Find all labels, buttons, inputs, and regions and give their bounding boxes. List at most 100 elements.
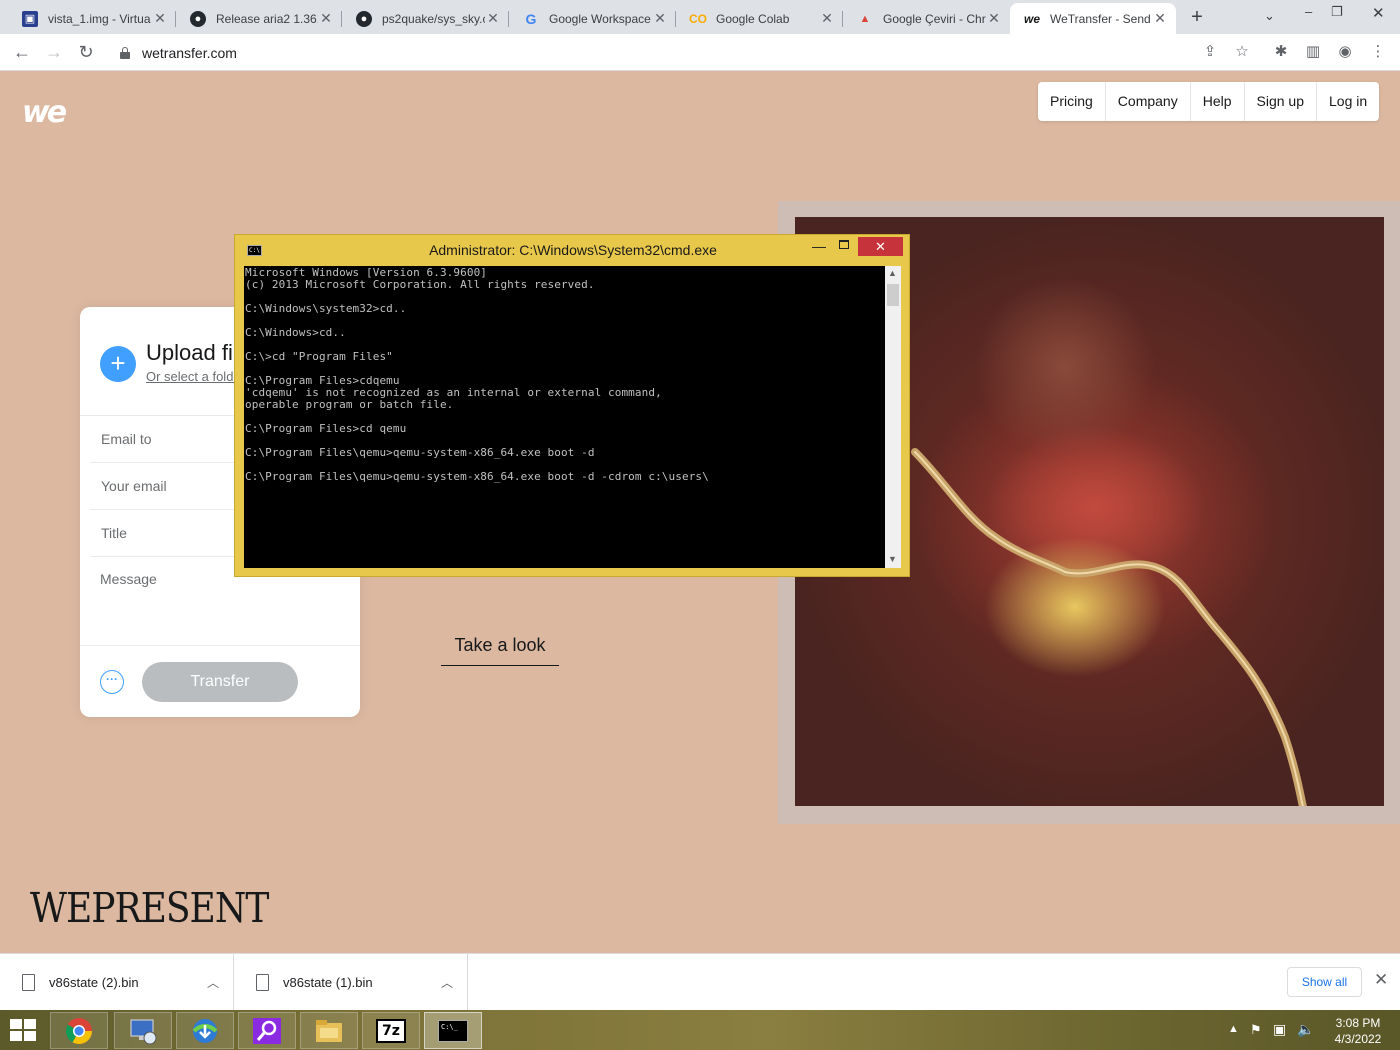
search-app-taskbar-icon[interactable] xyxy=(238,1012,296,1049)
download-filename: v86state (1).bin xyxy=(283,975,373,990)
close-tab-icon[interactable]: ✕ xyxy=(152,10,168,27)
chrome-webstore-icon: ▲ xyxy=(859,12,871,25)
wetransfer-logo[interactable]: we xyxy=(22,95,67,130)
scroll-up-arrow-icon[interactable]: ▲ xyxy=(888,268,897,278)
github-icon: ● xyxy=(356,10,372,27)
file-explorer-taskbar-icon[interactable] xyxy=(300,1012,358,1049)
close-tab-icon[interactable]: ✕ xyxy=(986,10,1002,27)
select-folder-link[interactable]: Or select a folder xyxy=(146,369,245,384)
scroll-thumb[interactable] xyxy=(887,284,899,306)
address-bar[interactable]: wetransfer.com xyxy=(108,38,1258,67)
cmd-maximize-button[interactable] xyxy=(839,240,849,249)
tab-search-icon[interactable]: ⌄ xyxy=(1264,8,1275,24)
new-tab-button[interactable]: + xyxy=(1185,6,1209,30)
menu-kebab-icon[interactable]: ⋮ xyxy=(1368,42,1388,62)
wetransfer-icon: we xyxy=(1024,11,1041,26)
console-line: C:\Windows\system32>cd.. xyxy=(245,302,407,315)
close-tab-icon[interactable]: ✕ xyxy=(485,10,501,27)
profile-avatar-icon[interactable]: ◉ xyxy=(1335,42,1355,62)
tab-virtualbox[interactable]: ▣ vista_1.img - Virtua ✕ xyxy=(8,3,176,34)
cmd-console[interactable]: Microsoft Windows [Version 6.3.9600] (c)… xyxy=(244,266,885,568)
download-item[interactable]: v86state (1).bin ︿ xyxy=(234,954,468,1011)
tab-google-workspace[interactable]: G Google Workspace ✕ xyxy=(509,3,676,34)
message-field[interactable]: Message xyxy=(100,571,157,587)
top-navigation: Pricing Company Help Sign up Log in xyxy=(1038,82,1380,121)
tab-label: WeTransfer - Send xyxy=(1050,11,1151,26)
close-tab-icon[interactable]: ✕ xyxy=(1152,10,1168,27)
nav-help[interactable]: Help xyxy=(1191,82,1245,121)
colab-icon: CO xyxy=(689,11,707,26)
7zip-taskbar-icon[interactable]: 7z xyxy=(362,1012,420,1049)
windows-taskbar: 7z C:\_ ▲ ⚑ ▣ 🔈 3:08 PM 4/3/2022 xyxy=(0,1010,1400,1050)
extensions-icon[interactable]: ✱ xyxy=(1271,42,1291,62)
nav-company[interactable]: Company xyxy=(1106,82,1191,121)
window-close-button[interactable]: ✕ xyxy=(1372,4,1385,22)
internet-download-manager-taskbar-icon[interactable] xyxy=(176,1012,234,1049)
virtualbox-icon: ▣ xyxy=(22,10,38,27)
tab-label: vista_1.img - Virtua xyxy=(48,11,151,26)
close-tab-icon[interactable]: ✕ xyxy=(318,10,334,27)
taskbar-clock[interactable]: 3:08 PM 4/3/2022 xyxy=(1320,1015,1396,1047)
nav-sign-up[interactable]: Sign up xyxy=(1245,82,1317,121)
cmd-minimize-button[interactable]: — xyxy=(812,238,826,254)
download-item[interactable]: v86state (2).bin ︿ xyxy=(0,954,234,1011)
cmd-taskbar-icon[interactable]: C:\_ xyxy=(424,1012,482,1049)
console-line: C:\Program Files>cd qemu xyxy=(245,422,407,435)
back-button[interactable]: ← xyxy=(10,41,34,65)
action-center-flag-icon[interactable]: ⚑ xyxy=(1250,1022,1262,1038)
window-restore-button[interactable]: ❐ xyxy=(1331,4,1343,20)
show-hidden-icons-icon[interactable]: ▲ xyxy=(1228,1023,1239,1035)
volume-icon[interactable]: 🔈 xyxy=(1297,1021,1314,1038)
file-icon xyxy=(256,974,269,991)
clock-time: 3:08 PM xyxy=(1335,1016,1381,1030)
scroll-down-arrow-icon[interactable]: ▼ xyxy=(888,554,897,564)
nav-pricing[interactable]: Pricing xyxy=(1038,82,1106,121)
close-tab-icon[interactable]: ✕ xyxy=(819,10,835,27)
tab-label: ps2quake/sys_sky.c xyxy=(382,11,485,26)
cmd-close-button[interactable]: ✕ xyxy=(858,237,903,256)
tab-google-colab[interactable]: CO Google Colab ✕ xyxy=(676,3,843,34)
tab-label: Release aria2 1.36.0 xyxy=(216,11,318,26)
bookmark-star-icon[interactable]: ☆ xyxy=(1232,42,1252,62)
chevron-up-icon[interactable]: ︿ xyxy=(193,974,233,991)
remote-desktop-taskbar-icon[interactable] xyxy=(114,1012,172,1049)
forward-button[interactable]: → xyxy=(42,41,66,65)
tab-label: Google Colab xyxy=(716,11,790,26)
close-downloads-icon[interactable]: ✕ xyxy=(1374,970,1388,990)
url-text[interactable]: wetransfer.com xyxy=(142,45,237,61)
downloads-bar: v86state (2).bin ︿ v86state (1).bin ︿ Sh… xyxy=(0,953,1400,1011)
chrome-taskbar-icon[interactable] xyxy=(50,1012,108,1049)
github-icon: ● xyxy=(190,10,206,27)
console-line: (c) 2013 Microsoft Corporation. All righ… xyxy=(245,278,595,291)
tab-google-ceviri[interactable]: ▲ Google Çeviri - Chr ✕ xyxy=(843,3,1010,34)
cmd-window-title: Administrator: C:\Windows\System32\cmd.e… xyxy=(429,242,717,258)
wepresent-logo[interactable]: WEPRESENT xyxy=(30,885,269,932)
console-line: C:\Program Files\qemu>qemu-system-x86_64… xyxy=(245,470,709,483)
take-a-look-link[interactable]: Take a look xyxy=(441,632,559,666)
transfer-button[interactable]: Transfer xyxy=(142,662,298,702)
add-files-button[interactable]: + xyxy=(100,346,136,382)
google-icon: G xyxy=(525,10,537,27)
browser-toolbar: ← → ↻ wetransfer.com ⇪ ☆ ✱ ▥ ◉ ⋮ xyxy=(0,34,1400,71)
chevron-up-icon[interactable]: ︿ xyxy=(427,974,467,991)
reload-button[interactable]: ↻ xyxy=(74,41,98,65)
more-options-icon[interactable]: ··· xyxy=(100,670,124,694)
share-icon[interactable]: ⇪ xyxy=(1200,42,1220,62)
tab-label: Google Çeviri - Chr xyxy=(883,11,986,26)
tab-aria2[interactable]: ● Release aria2 1.36.0 ✕ xyxy=(176,3,342,34)
file-icon xyxy=(22,974,35,991)
tab-ps2quake[interactable]: ● ps2quake/sys_sky.c ✕ xyxy=(342,3,509,34)
close-tab-icon[interactable]: ✕ xyxy=(652,10,668,27)
cmd-scrollbar[interactable]: ▲ ▼ xyxy=(885,266,901,568)
show-all-button[interactable]: Show all xyxy=(1287,967,1362,997)
console-line: C:\>cd "Program Files" xyxy=(245,350,393,363)
cmd-window[interactable]: C:\ Administrator: C:\Windows\System32\c… xyxy=(234,234,910,577)
network-icon[interactable]: ▣ xyxy=(1273,1021,1286,1038)
lock-icon[interactable] xyxy=(120,46,130,59)
windows-start-button[interactable] xyxy=(10,1019,38,1041)
tab-wetransfer[interactable]: we WeTransfer - Send ✕ xyxy=(1010,3,1176,34)
window-minimize-button[interactable]: – xyxy=(1305,4,1312,19)
side-panel-icon[interactable]: ▥ xyxy=(1303,42,1323,62)
console-line: operable program or batch file. xyxy=(245,398,454,411)
nav-log-in[interactable]: Log in xyxy=(1317,82,1379,121)
